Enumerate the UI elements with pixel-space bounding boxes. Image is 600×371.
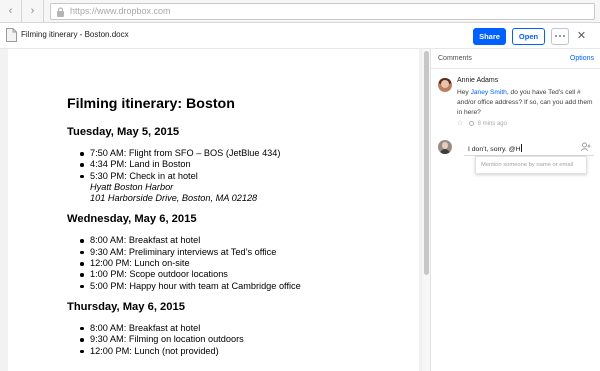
document-scrollbar[interactable]: [421, 49, 430, 371]
comment-timestamp: 8 mins ago: [477, 121, 507, 127]
document-preview: Filming itinerary: Boston Tuesday, May 5…: [0, 49, 430, 371]
clock-icon: [468, 121, 474, 126]
chevron-right-icon: ›: [30, 5, 35, 17]
address-bar[interactable]: https://www.dropbox.com: [50, 3, 595, 20]
chevron-left-icon: ‹: [8, 5, 13, 17]
hotel-name: Hyatt Boston Harbor: [90, 181, 174, 192]
document-title: Filming itinerary: Boston: [67, 96, 235, 112]
forward-button[interactable]: ›: [22, 0, 44, 23]
event-list: 7:50 AM: Flight from SFO – BOS (JetBlue …: [67, 148, 407, 204]
lock-icon: [57, 7, 64, 17]
document-file-icon: [6, 28, 17, 42]
event-list: 8:00 AM: Breakfast at hotel 9:30 AM: Pre…: [67, 235, 407, 291]
avatar: [438, 140, 452, 154]
comments-title: Comments: [438, 55, 472, 62]
mention-hint: Mention someone by name or email: [481, 162, 574, 168]
list-item: 9:30 AM: Preliminary interviews at Ted’s…: [80, 247, 407, 258]
avatar: [438, 78, 452, 92]
document-content: Filming itinerary: Boston Tuesday, May 5…: [67, 96, 407, 357]
close-icon: ✕: [576, 30, 587, 42]
file-name: Filming itinerary - Boston.docx: [21, 30, 129, 39]
comment-author: Annie Adams: [457, 77, 499, 84]
browser-toolbar: ‹ › https://www.dropbox.com: [0, 0, 600, 23]
share-button[interactable]: Share: [473, 28, 506, 45]
hotel-address: 101 Harborside Drive, Boston, MA 02128: [90, 193, 258, 204]
more-icon: [555, 35, 557, 37]
app-header: Filming itinerary - Boston.docx Share Op…: [0, 23, 600, 49]
list-item: 7:50 AM: Flight from SFO – BOS (JetBlue …: [80, 148, 407, 159]
scrollbar-thumb[interactable]: [424, 51, 429, 275]
comments-header: Comments Options: [431, 49, 600, 69]
section-heading: Wednesday, May 6, 2015: [67, 213, 197, 226]
reply-input[interactable]: I don’t, sorry. @H: [464, 139, 594, 156]
document-page: Filming itinerary: Boston Tuesday, May 5…: [8, 49, 419, 371]
list-item: 12:00 PM: Lunch on-site: [80, 258, 407, 269]
mention-suggestions[interactable]: Mention someone by name or email: [475, 156, 587, 174]
list-item: 5:30 PM: Check in at hotel Hyatt Boston …: [80, 171, 407, 205]
add-person-icon[interactable]: [581, 142, 591, 152]
comment-meta: ☆ 8 mins ago: [457, 119, 507, 127]
list-item: 9:30 AM: Filming on location outdoors: [80, 334, 407, 345]
more-options-button[interactable]: [551, 28, 569, 45]
star-icon[interactable]: ☆: [457, 119, 463, 127]
back-button[interactable]: ‹: [0, 0, 22, 23]
mention-link[interactable]: Janey Smith: [471, 89, 507, 96]
reply-input-value: I don’t, sorry. @H: [468, 146, 521, 153]
more-icon: [563, 35, 565, 37]
comments-panel: Comments Options Annie Adams Hey Janey S…: [430, 49, 600, 371]
more-icon: [559, 35, 561, 37]
options-link[interactable]: Options: [570, 55, 594, 62]
close-button[interactable]: ✕: [573, 28, 590, 45]
open-button[interactable]: Open: [512, 28, 545, 45]
list-item: 5:00 PM: Happy hour with team at Cambrid…: [80, 281, 407, 292]
section-heading: Thursday, May 6, 2015: [67, 300, 185, 313]
list-item: 8:00 AM: Breakfast at hotel: [80, 323, 407, 334]
list-item: 1:00 PM: Scope outdoor locations: [80, 269, 407, 280]
url-text: https://www.dropbox.com: [70, 6, 171, 16]
list-item: 12:00 PM: Lunch (not provided): [80, 346, 407, 357]
comment-text: Hey Janey Smith, do you have Ted’s cell …: [457, 89, 593, 116]
event-list: 8:00 AM: Breakfast at hotel 9:30 AM: Fil…: [67, 323, 407, 357]
list-item: 4:34 PM: Land in Boston: [80, 159, 407, 170]
text-cursor: [521, 144, 523, 152]
list-item: 8:00 AM: Breakfast at hotel: [80, 235, 407, 246]
section-heading: Tuesday, May 5, 2015: [67, 126, 180, 138]
